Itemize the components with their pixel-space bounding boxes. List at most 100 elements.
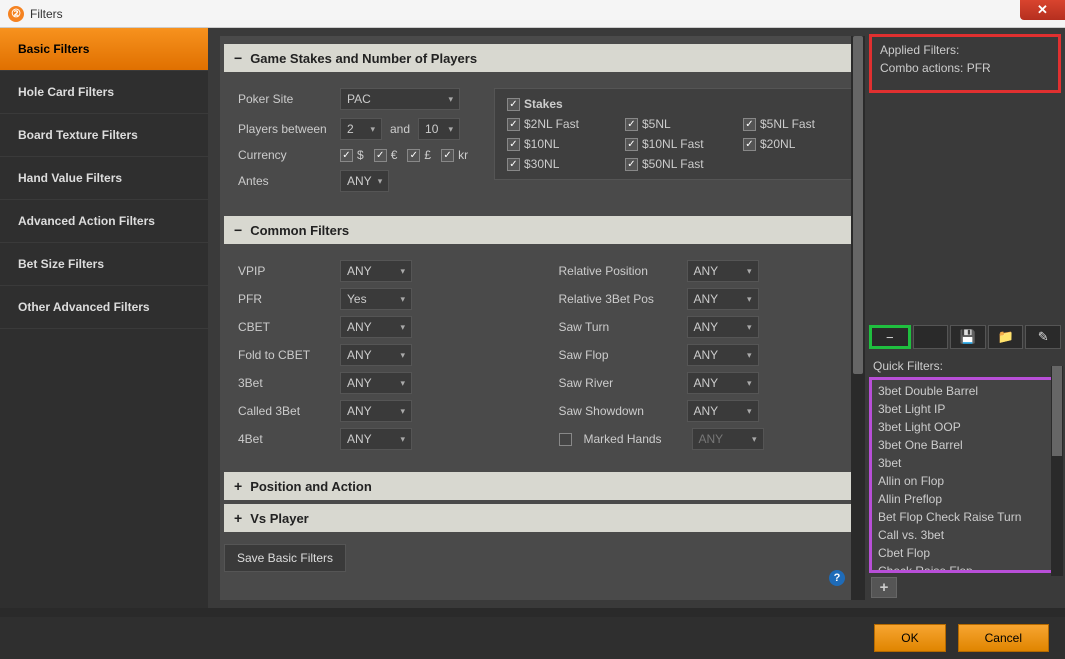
quick-filter-item[interactable]: 3bet Double Barrel	[878, 382, 1052, 400]
section-stakes-title: Game Stakes and Number of Players	[250, 51, 477, 66]
stakes-box: Stakes $2NL Fast $5NL $5NL Fast $10NL $1…	[494, 88, 857, 180]
spacer-button	[913, 325, 949, 349]
relpos-select[interactable]: ANY	[687, 260, 759, 282]
stakes-checkbox[interactable]	[507, 158, 520, 171]
sidebar-tab-handvalue[interactable]: Hand Value Filters	[0, 157, 208, 200]
quick-filters-header: Quick Filters:	[873, 359, 1057, 373]
sidebar-tab-advanced[interactable]: Advanced Action Filters	[0, 200, 208, 243]
quick-filter-item[interactable]: Allin Preflop	[878, 490, 1052, 508]
quick-filter-item[interactable]: 3bet	[878, 454, 1052, 472]
ok-button[interactable]: OK	[874, 624, 945, 652]
expand-icon: +	[234, 478, 242, 494]
stakes-checkbox[interactable]	[743, 118, 756, 131]
stakes-item[interactable]: $5NL	[625, 117, 735, 131]
currency-eur-checkbox[interactable]	[374, 149, 387, 162]
stakes-item[interactable]: $50NL Fast	[625, 157, 735, 171]
sidebar-tab-basic[interactable]: Basic Filters	[0, 28, 208, 71]
titlebar: ② Filters	[0, 0, 1065, 28]
poker-site-select[interactable]: PAC	[340, 88, 460, 110]
collapse-icon: −	[234, 222, 242, 238]
quick-filter-item[interactable]: 3bet Light OOP	[878, 418, 1052, 436]
sidebar: Basic Filters Hole Card Filters Board Te…	[0, 28, 208, 608]
stakes-checkbox[interactable]	[507, 138, 520, 151]
stakes-item[interactable]: $10NL Fast	[625, 137, 735, 151]
4bet-select[interactable]: ANY	[340, 428, 412, 450]
stakes-checkbox[interactable]	[625, 158, 638, 171]
sawflop-select[interactable]: ANY	[687, 344, 759, 366]
section-vsplayer-header[interactable]: + Vs Player	[224, 504, 853, 532]
marked-select[interactable]: ANY	[692, 428, 764, 450]
quick-filter-item[interactable]: Allin on Flop	[878, 472, 1052, 490]
stakes-item[interactable]: $10NL	[507, 137, 617, 151]
applied-filters-header: Applied Filters:	[880, 43, 1050, 57]
save-basic-filters-button[interactable]: Save Basic Filters	[224, 544, 346, 572]
footer: OK Cancel	[0, 617, 1065, 659]
stakes-all-checkbox[interactable]	[507, 98, 520, 111]
quick-toolbar: − 💾 📁 ✎	[869, 325, 1061, 349]
center-scrollbar[interactable]	[851, 36, 865, 600]
quick-filter-item[interactable]: 3bet One Barrel	[878, 436, 1052, 454]
section-stakes-header[interactable]: − Game Stakes and Number of Players	[224, 44, 853, 72]
help-icon[interactable]: ?	[829, 570, 845, 586]
stakes-checkbox[interactable]	[743, 138, 756, 151]
quick-filter-item[interactable]: Cbet Flop	[878, 544, 1052, 562]
section-vsplayer-title: Vs Player	[250, 511, 309, 526]
players-min-select[interactable]: 2	[340, 118, 382, 140]
sidebar-tab-holecard[interactable]: Hole Card Filters	[0, 71, 208, 114]
applied-filters-text: Combo actions: PFR	[880, 61, 1050, 75]
stakes-item[interactable]: $5NL Fast	[743, 117, 853, 131]
collapse-icon: −	[234, 50, 242, 66]
stakes-item[interactable]: $20NL	[743, 137, 853, 151]
section-stakes-body: Poker Site PAC Players between 2 and 10 …	[224, 76, 853, 212]
center-panel: − Game Stakes and Number of Players Poke…	[220, 36, 857, 600]
vpip-select[interactable]: ANY	[340, 260, 412, 282]
antes-select[interactable]: ANY	[340, 170, 389, 192]
stakes-checkbox[interactable]	[625, 118, 638, 131]
load-quick-button[interactable]: 📁	[988, 325, 1024, 349]
rel3bet-select[interactable]: ANY	[687, 288, 759, 310]
section-common-title: Common Filters	[250, 223, 349, 238]
fold-cbet-select[interactable]: ANY	[340, 344, 412, 366]
quick-filter-item[interactable]: Bet Flop Check Raise Turn	[878, 508, 1052, 526]
poker-site-label: Poker Site	[238, 92, 332, 106]
stakes-item[interactable]: $30NL	[507, 157, 617, 171]
expand-icon: +	[234, 510, 242, 526]
quick-scrollbar[interactable]	[1051, 366, 1063, 576]
window-title: Filters	[30, 7, 63, 21]
section-common-header[interactable]: − Common Filters	[224, 216, 853, 244]
quick-filters-list: 3bet Double Barrel 3bet Light IP 3bet Li…	[869, 377, 1061, 573]
called-3bet-select[interactable]: ANY	[340, 400, 412, 422]
stakes-checkbox[interactable]	[507, 118, 520, 131]
currency-usd-checkbox[interactable]	[340, 149, 353, 162]
section-position-header[interactable]: + Position and Action	[224, 472, 853, 500]
players-and: and	[390, 122, 410, 136]
sidebar-tab-other[interactable]: Other Advanced Filters	[0, 286, 208, 329]
stakes-item[interactable]: $2NL Fast	[507, 117, 617, 131]
sidebar-tab-betsize[interactable]: Bet Size Filters	[0, 243, 208, 286]
quick-filter-item[interactable]: 3bet Light IP	[878, 400, 1052, 418]
edit-quick-button[interactable]: ✎	[1025, 325, 1061, 349]
save-quick-button[interactable]: 💾	[950, 325, 986, 349]
stakes-checkbox[interactable]	[625, 138, 638, 151]
remove-filter-button[interactable]: −	[869, 325, 911, 349]
players-label: Players between	[238, 122, 332, 136]
close-button[interactable]: ✕	[1020, 0, 1065, 20]
section-position-title: Position and Action	[250, 479, 372, 494]
quick-filter-item[interactable]: Call vs. 3bet	[878, 526, 1052, 544]
quick-filter-item[interactable]: Check Raise Flop	[878, 562, 1052, 573]
currency-gbp-checkbox[interactable]	[407, 149, 420, 162]
sawturn-select[interactable]: ANY	[687, 316, 759, 338]
currency-kr-checkbox[interactable]	[441, 149, 454, 162]
sidebar-tab-board[interactable]: Board Texture Filters	[0, 114, 208, 157]
marked-checkbox[interactable]	[559, 433, 572, 446]
antes-label: Antes	[238, 174, 332, 188]
cancel-button[interactable]: Cancel	[958, 624, 1049, 652]
cbet-select[interactable]: ANY	[340, 316, 412, 338]
sawriver-select[interactable]: ANY	[687, 372, 759, 394]
players-max-select[interactable]: 10	[418, 118, 460, 140]
pfr-select[interactable]: Yes	[340, 288, 412, 310]
add-quick-filter-button[interactable]: +	[871, 577, 897, 598]
app-icon: ②	[8, 6, 24, 22]
showdown-select[interactable]: ANY	[687, 400, 759, 422]
3bet-select[interactable]: ANY	[340, 372, 412, 394]
